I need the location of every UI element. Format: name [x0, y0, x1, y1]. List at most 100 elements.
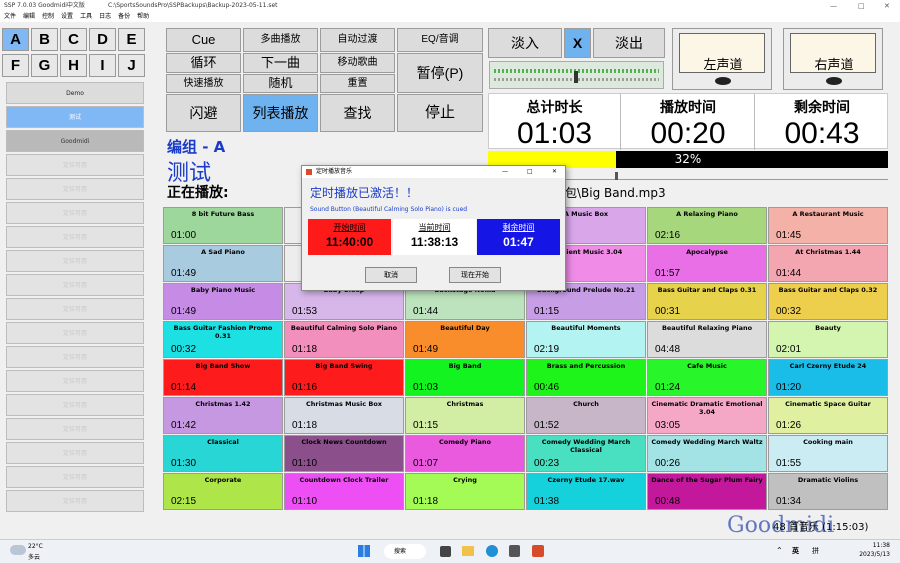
letter-button-f[interactable]: F — [2, 54, 29, 77]
sound-button[interactable]: Comedy Wedding March Classical 00:23 — [526, 435, 646, 472]
menu-tools[interactable]: 工具 — [80, 13, 92, 20]
menu-control[interactable]: 控制 — [42, 13, 54, 20]
letter-button-e[interactable]: E — [118, 28, 145, 51]
fade-out-button[interactable]: 淡出 — [593, 28, 665, 58]
store-icon[interactable] — [509, 545, 520, 557]
sound-button[interactable]: Baby Piano Music 01:49 — [163, 283, 283, 320]
group-item-empty[interactable]: 定位可用 — [6, 346, 144, 368]
stop-button[interactable]: 停止 — [397, 94, 483, 132]
menu-settings[interactable]: 设置 — [61, 13, 73, 20]
reset-button[interactable]: 重置 — [320, 74, 395, 93]
group-item-test[interactable]: 测试 — [6, 106, 144, 128]
group-item-empty[interactable]: 定位可用 — [6, 490, 144, 512]
group-item-empty[interactable]: 定位可用 — [6, 466, 144, 488]
dialog-maximize-icon[interactable]: □ — [527, 166, 533, 178]
sound-button[interactable]: A Sad Piano 01:49 — [163, 245, 283, 282]
dialog-close-icon[interactable]: ✕ — [552, 166, 557, 178]
group-item-empty[interactable]: 定位可用 — [6, 370, 144, 392]
menu-log[interactable]: 日志 — [99, 13, 111, 20]
sound-button[interactable]: 8 bit Future Bass 01:00 — [163, 207, 283, 244]
sound-button[interactable]: Bass Guitar and Claps 0.31 00:31 — [647, 283, 767, 320]
fade-in-button[interactable]: 淡入 — [488, 28, 562, 58]
cue-button[interactable]: Cue — [166, 28, 241, 52]
quick-play-button[interactable]: 快速播放 — [166, 74, 241, 93]
sound-button[interactable]: Corporate 02:15 — [163, 473, 283, 510]
sound-button[interactable]: Christmas Music Box 01:18 — [284, 397, 404, 434]
sound-button[interactable]: Big Band Show 01:14 — [163, 359, 283, 396]
group-item-empty[interactable]: 定位可用 — [6, 418, 144, 440]
sound-button[interactable]: Beautiful Moments 02:19 — [526, 321, 646, 358]
letter-button-j[interactable]: J — [118, 54, 145, 77]
file-explorer-icon[interactable] — [462, 546, 474, 556]
sound-button[interactable]: Apocalypse 01:57 — [647, 245, 767, 282]
group-item-empty[interactable]: 定位可用 — [6, 250, 144, 272]
letter-button-g[interactable]: G — [31, 54, 58, 77]
ime-mode[interactable]: 拼 — [812, 546, 819, 556]
sound-button[interactable]: Czerny Etude 17.wav 01:38 — [526, 473, 646, 510]
sound-button[interactable]: Bass Guitar Fashion Promo 0.31 00:32 — [163, 321, 283, 358]
group-item-empty[interactable]: 定位可用 — [6, 442, 144, 464]
group-item-empty[interactable]: 定位可用 — [6, 322, 144, 344]
menu-help[interactable]: 帮助 — [137, 13, 149, 20]
start-now-button[interactable]: 现在开始 — [449, 267, 501, 283]
letter-button-b[interactable]: B — [31, 28, 58, 51]
close-icon[interactable]: ✕ — [884, 0, 890, 12]
sound-button[interactable]: Big Band 01:03 — [405, 359, 525, 396]
letter-button-d[interactable]: D — [89, 28, 116, 51]
sound-button[interactable]: Dramatic Violins 01:34 — [768, 473, 888, 510]
sound-button[interactable]: Christmas 01:15 — [405, 397, 525, 434]
group-item-empty[interactable]: 定位可用 — [6, 298, 144, 320]
pause-button[interactable]: 暂停(P) — [397, 53, 483, 93]
group-item-empty[interactable]: 定位可用 — [6, 226, 144, 248]
sound-button[interactable]: Beautiful Day 01:49 — [405, 321, 525, 358]
sound-button[interactable]: Cafe Music 01:24 — [647, 359, 767, 396]
menu-backup[interactable]: 备份 — [118, 13, 130, 20]
menu-edit[interactable]: 编辑 — [23, 13, 35, 20]
next-button[interactable]: 下一曲 — [243, 53, 318, 73]
find-button[interactable]: 查找 — [320, 94, 395, 132]
sound-button[interactable]: Countdown Clock Trailer 01:10 — [284, 473, 404, 510]
eq-button[interactable]: EQ/音调 — [397, 28, 483, 52]
sound-button[interactable]: Comedy Wedding March Waltz 00:26 — [647, 435, 767, 472]
minimize-icon[interactable]: — — [830, 0, 837, 12]
sound-button[interactable]: Bass Guitar and Claps 0.32 00:32 — [768, 283, 888, 320]
random-button[interactable]: 随机 — [243, 74, 318, 93]
cancel-button[interactable]: 取消 — [365, 267, 417, 283]
fade-x-button[interactable]: X — [564, 28, 591, 58]
ime-language[interactable]: 英 — [792, 546, 799, 556]
start-icon[interactable] — [358, 545, 370, 557]
group-item-empty[interactable]: 定位可用 — [6, 274, 144, 296]
volume-slider[interactable] — [489, 61, 664, 89]
letter-button-c[interactable]: C — [60, 28, 87, 51]
sound-button[interactable]: Comedy Piano 01:07 — [405, 435, 525, 472]
multi-play-button[interactable]: 多曲播放 — [243, 28, 318, 52]
sound-button[interactable]: Beauty 02:01 — [768, 321, 888, 358]
sound-button[interactable]: At Christmas 1.44 01:44 — [768, 245, 888, 282]
menu-file[interactable]: 文件 — [4, 13, 16, 20]
sound-button[interactable]: Beautiful Relaxing Piano 04:48 — [647, 321, 767, 358]
sound-button[interactable]: Carl Czerny Etude 24 01:20 — [768, 359, 888, 396]
dodge-button[interactable]: 闪避 — [166, 94, 241, 132]
auto-fade-button[interactable]: 自动过渡 — [320, 28, 395, 52]
sound-button[interactable]: Cooking main 01:55 — [768, 435, 888, 472]
move-song-button[interactable]: 移动歌曲 — [320, 53, 395, 73]
sound-button[interactable]: Brass and Percussion 00:46 — [526, 359, 646, 396]
sound-button[interactable]: Classical 01:30 — [163, 435, 283, 472]
sound-button[interactable]: Christmas 1.42 01:42 — [163, 397, 283, 434]
list-play-button[interactable]: 列表播放 — [243, 94, 318, 132]
sound-button[interactable]: Clock News Countdown 01:10 — [284, 435, 404, 472]
task-view-icon[interactable] — [440, 546, 451, 557]
sound-button[interactable]: Beautiful Calming Solo Piano 01:18 — [284, 321, 404, 358]
position-thumb[interactable] — [615, 172, 618, 180]
loop-button[interactable]: 循环 — [166, 53, 241, 73]
ssp-app-icon[interactable] — [532, 545, 544, 557]
maximize-icon[interactable]: □ — [858, 0, 865, 12]
dialog-minimize-icon[interactable]: — — [502, 166, 508, 178]
group-item-goodmidi[interactable]: Goodmidi — [6, 130, 144, 152]
sound-button[interactable]: Cinematic Space Guitar 01:26 — [768, 397, 888, 434]
tray-arrow-icon[interactable]: ⌃ — [776, 546, 783, 555]
group-item-empty[interactable]: 定位可用 — [6, 178, 144, 200]
sound-button[interactable]: Church 01:52 — [526, 397, 646, 434]
sound-button[interactable]: Cinematic Dramatic Emotional 3.04 03:05 — [647, 397, 767, 434]
letter-button-a[interactable]: A — [2, 28, 29, 51]
